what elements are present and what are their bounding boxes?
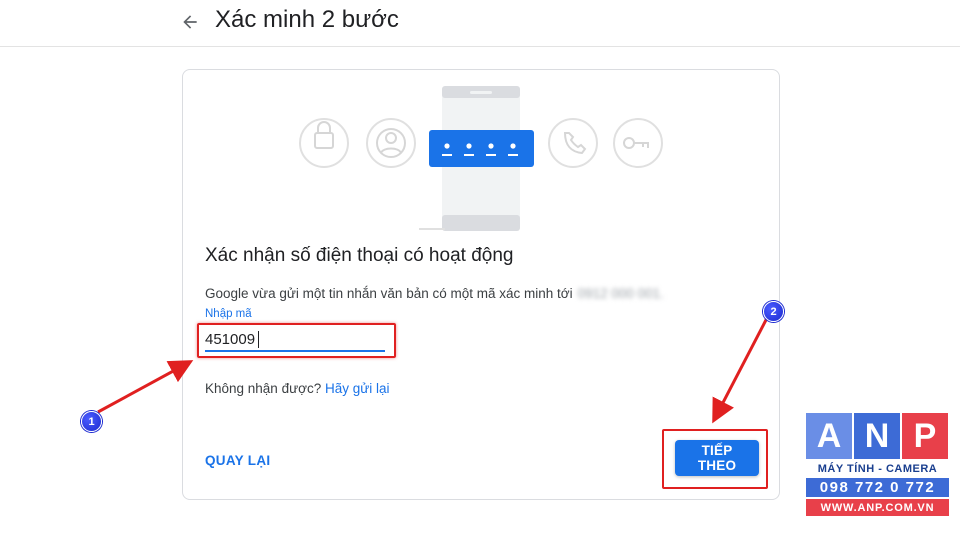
logo-letter-p: P [902,413,948,459]
app-header: Xác minh 2 bước [0,0,960,47]
anp-watermark-logo: A N P MÁY TÍNH - CAMERA 098 772 0 772 WW… [806,413,949,523]
next-button[interactable]: TIẾP THEO [675,440,759,476]
resend-code-link[interactable]: Hãy gửi lại [325,381,390,396]
logo-letters: A N P [806,413,949,459]
sms-description-text: Google vừa gửi một tin nhắn văn bản có m… [205,286,573,301]
lock-icon [299,118,349,168]
step-badge-2: 2 [763,301,784,322]
phone-verification-illustration [299,86,663,231]
arrow-left-icon [183,15,197,29]
page-title: Xác minh 2 bước [215,6,399,33]
logo-letter-n: N [854,413,900,459]
resend-prefix: Không nhận được? [205,381,322,396]
arrow-1 [97,360,194,414]
logo-letter-a: A [806,413,852,459]
logo-website: WWW.ANP.COM.VN [806,499,949,516]
back-arrow-button[interactable] [176,8,204,36]
back-button[interactable]: QUAY LẠI [205,453,270,468]
card-heading: Xác nhận số điện thoại có hoạt động [205,245,514,266]
step-badge-1: 1 [81,411,102,432]
masked-phone-number: 0912 000 001. [577,286,664,301]
logo-phone: 098 772 0 772 [806,478,949,497]
resend-row: Không nhận được? Hãy gửi lại [205,381,390,396]
sms-description: Google vừa gửi một tin nhắn văn bản có m… [205,286,664,301]
logo-tagline: MÁY TÍNH - CAMERA [817,463,938,475]
code-input-highlight [197,323,396,358]
code-field-label: Nhập mã [205,308,252,320]
